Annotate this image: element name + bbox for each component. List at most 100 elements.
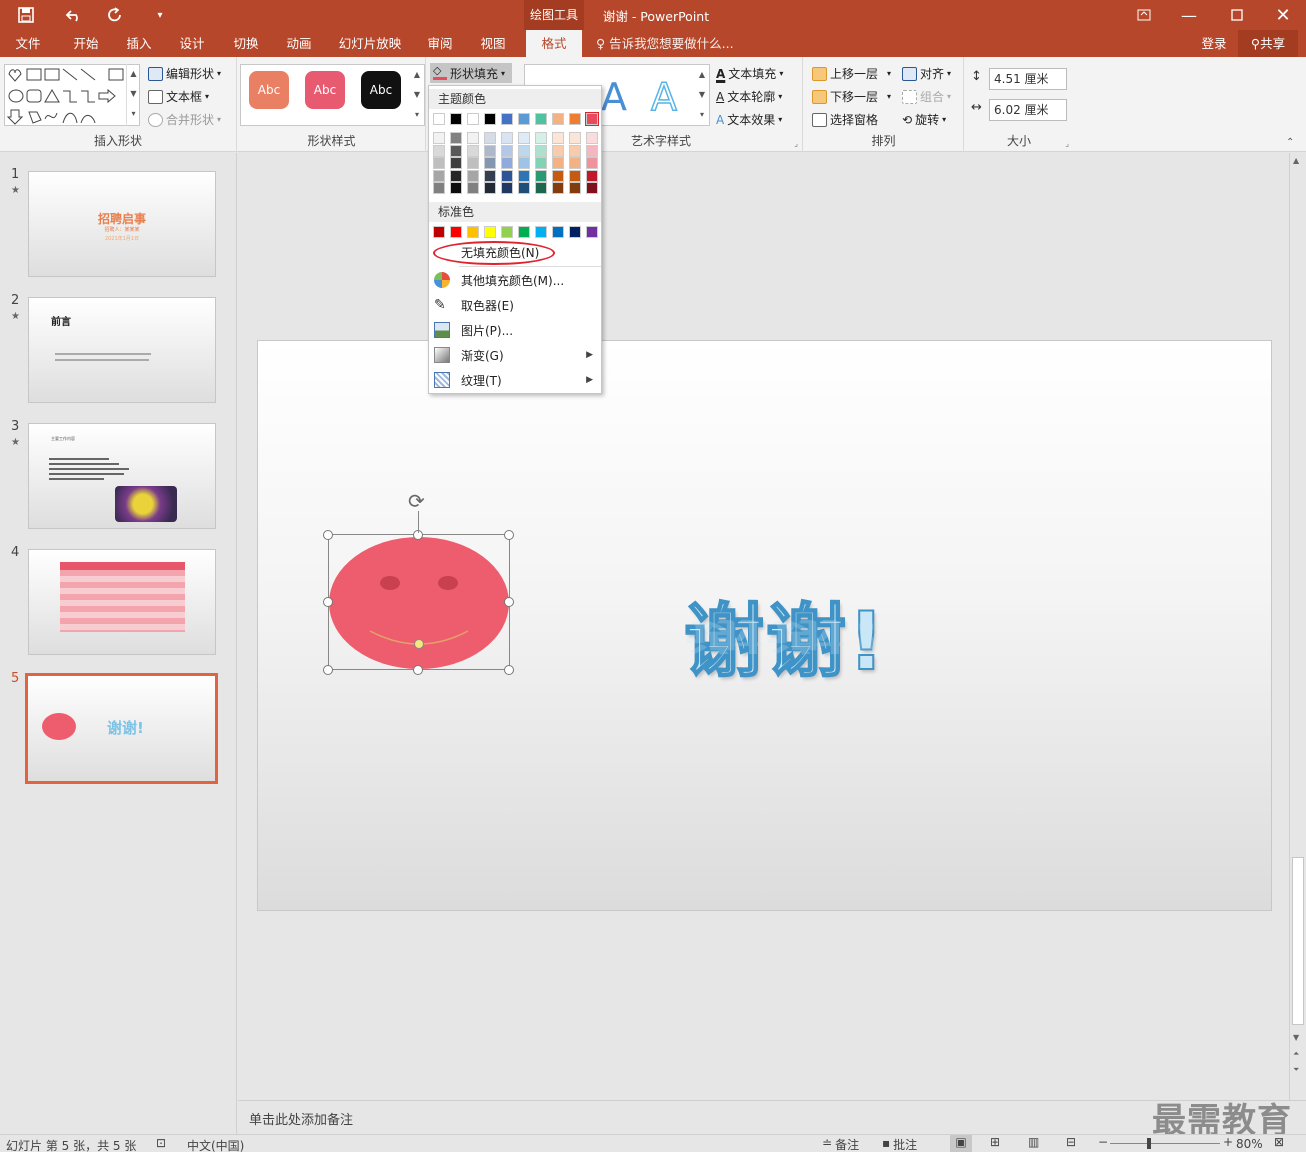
wordart-sample-1[interactable]: A bbox=[601, 75, 627, 119]
undo-icon[interactable] bbox=[55, 0, 95, 30]
share-button[interactable]: ⚲共享 bbox=[1238, 30, 1298, 57]
group-button[interactable]: 组合 ▾ bbox=[902, 88, 951, 105]
tab-slideshow[interactable]: 幻灯片放映 bbox=[332, 30, 408, 57]
width-input[interactable]: 6.02 厘米 bbox=[989, 99, 1067, 121]
ribbon-display-icon[interactable] bbox=[1128, 0, 1160, 30]
align-button[interactable]: 对齐 ▾ bbox=[902, 65, 951, 82]
theme-shade-swatch[interactable] bbox=[518, 144, 530, 157]
scrollbar-thumb[interactable] bbox=[1292, 857, 1304, 1025]
theme-shade-swatch[interactable] bbox=[569, 157, 581, 169]
standard-color-swatch[interactable] bbox=[518, 226, 530, 238]
shape-gallery[interactable] bbox=[4, 64, 140, 126]
picture-item[interactable]: 图片(P)... bbox=[429, 318, 601, 342]
normal-view-icon[interactable]: ▣ bbox=[950, 1135, 972, 1152]
theme-shade-swatch[interactable] bbox=[501, 157, 513, 169]
maximize-icon[interactable] bbox=[1222, 0, 1252, 30]
theme-shade-swatch[interactable] bbox=[450, 182, 462, 194]
tab-view[interactable]: 视图 bbox=[471, 30, 515, 57]
shape-style-pink[interactable]: Abc bbox=[305, 71, 345, 109]
theme-shade-swatch[interactable] bbox=[552, 157, 564, 169]
theme-shade-swatch[interactable] bbox=[535, 169, 547, 182]
theme-shade-swatch[interactable] bbox=[552, 132, 564, 144]
spell-check-icon[interactable]: ⊡ bbox=[156, 1136, 166, 1150]
theme-shade-swatch[interactable] bbox=[586, 169, 598, 182]
theme-shade-swatch[interactable] bbox=[467, 169, 479, 182]
style-gallery-scroll[interactable]: ▲ ▼ ▾ bbox=[410, 65, 424, 125]
theme-shade-swatch[interactable] bbox=[450, 169, 462, 182]
resize-handle-tr[interactable] bbox=[504, 530, 514, 540]
standard-color-swatch[interactable] bbox=[433, 226, 445, 238]
theme-shade-swatch[interactable] bbox=[484, 144, 496, 157]
scroll-down-icon[interactable]: ▼ bbox=[1293, 1033, 1299, 1042]
no-fill-item[interactable]: 无填充颜色(N) bbox=[429, 240, 601, 265]
customize-qat-icon[interactable]: ▾ bbox=[148, 0, 172, 30]
tell-me-box[interactable]: ♀ 告诉我您想要做什么... bbox=[596, 30, 756, 57]
wordart-sample-2[interactable]: A bbox=[650, 74, 678, 120]
shape-style-black[interactable]: Abc bbox=[361, 71, 401, 109]
zoom-in-icon[interactable]: + bbox=[1223, 1135, 1233, 1149]
standard-color-swatch[interactable] bbox=[586, 226, 598, 238]
tab-transitions[interactable]: 切换 bbox=[224, 30, 268, 57]
tab-review[interactable]: 审阅 bbox=[418, 30, 462, 57]
resize-handle-br[interactable] bbox=[504, 665, 514, 675]
theme-color-swatch[interactable] bbox=[467, 113, 479, 125]
height-input[interactable]: 4.51 厘米 bbox=[989, 68, 1067, 90]
bring-forward-button[interactable]: 上移一层 ▾ bbox=[812, 65, 891, 82]
theme-shade-swatch[interactable] bbox=[484, 182, 496, 194]
slide-thumbnail-4[interactable] bbox=[28, 549, 216, 655]
prev-slide-icon[interactable]: ⏶ bbox=[1293, 1049, 1299, 1059]
theme-shade-swatch[interactable] bbox=[467, 157, 479, 169]
theme-shade-swatch[interactable] bbox=[484, 169, 496, 182]
theme-shade-swatch[interactable] bbox=[433, 169, 445, 182]
notes-pane[interactable]: 单击此处添加备注 bbox=[238, 1100, 1306, 1134]
theme-shade-swatch[interactable] bbox=[484, 132, 496, 144]
theme-color-swatch[interactable] bbox=[585, 112, 599, 126]
theme-shade-swatch[interactable] bbox=[518, 169, 530, 182]
texture-item[interactable]: 纹理(T) ▶ bbox=[429, 368, 601, 392]
zoom-slider-thumb[interactable] bbox=[1147, 1138, 1151, 1149]
theme-color-swatch[interactable] bbox=[518, 113, 530, 125]
zoom-slider[interactable] bbox=[1110, 1143, 1220, 1144]
language-indicator[interactable]: 中文(中国) bbox=[187, 1137, 244, 1152]
theme-shade-swatch[interactable] bbox=[518, 157, 530, 169]
login-link[interactable]: 登录 bbox=[1196, 30, 1232, 57]
eyedropper-item[interactable]: ✎ 取色器(E) bbox=[429, 293, 601, 317]
rotate-button[interactable]: ⟲ 旋转 ▾ bbox=[902, 111, 946, 128]
selection-pane-button[interactable]: 选择窗格 bbox=[812, 111, 878, 128]
close-icon[interactable]: ✕ bbox=[1268, 0, 1298, 30]
tab-home[interactable]: 开始 bbox=[64, 30, 108, 57]
theme-shade-swatch[interactable] bbox=[586, 144, 598, 157]
resize-handle-l[interactable] bbox=[323, 597, 333, 607]
theme-shade-swatch[interactable] bbox=[535, 182, 547, 194]
theme-shade-swatch[interactable] bbox=[467, 182, 479, 194]
theme-color-swatch[interactable] bbox=[501, 113, 513, 125]
theme-shade-swatch[interactable] bbox=[501, 144, 513, 157]
theme-shade-swatch[interactable] bbox=[569, 132, 581, 144]
resize-handle-b[interactable] bbox=[413, 665, 423, 675]
text-outline-button[interactable]: A 文本轮廓 ▾ bbox=[716, 88, 782, 105]
shape-fill-button[interactable]: ◇ 形状填充 ▾ bbox=[430, 63, 512, 83]
theme-shade-swatch[interactable] bbox=[535, 157, 547, 169]
theme-shade-swatch[interactable] bbox=[586, 157, 598, 169]
theme-shade-swatch[interactable] bbox=[518, 132, 530, 144]
more-colors-item[interactable]: 其他填充颜色(M)... bbox=[429, 268, 601, 292]
merge-shapes-button[interactable]: 合并形状 ▾ bbox=[148, 111, 221, 128]
theme-shade-swatch[interactable] bbox=[586, 132, 598, 144]
shape-style-orange[interactable]: Abc bbox=[249, 71, 289, 109]
vertical-scrollbar[interactable]: ▲ ▼ ⏶ ⏷ bbox=[1289, 153, 1306, 1100]
redo-icon[interactable] bbox=[100, 0, 130, 30]
theme-shade-swatch[interactable] bbox=[535, 132, 547, 144]
text-effects-button[interactable]: A 文本效果 ▾ bbox=[716, 111, 782, 128]
standard-color-swatch[interactable] bbox=[467, 226, 479, 238]
resize-handle-r[interactable] bbox=[504, 597, 514, 607]
slide-thumbnail-3[interactable]: 主要工作内容 bbox=[28, 423, 216, 529]
standard-color-swatch[interactable] bbox=[450, 226, 462, 238]
next-slide-icon[interactable]: ⏷ bbox=[1293, 1065, 1299, 1075]
theme-shade-swatch[interactable] bbox=[586, 182, 598, 194]
notes-toggle[interactable]: ≐ 备注 bbox=[822, 1136, 859, 1152]
edit-shape-button[interactable]: 编辑形状 ▾ bbox=[148, 65, 221, 82]
sorter-view-icon[interactable]: ⊞ bbox=[990, 1135, 1000, 1149]
theme-shade-swatch[interactable] bbox=[518, 182, 530, 194]
theme-shade-swatch[interactable] bbox=[433, 132, 445, 144]
slide-thumbnail-2[interactable]: 前言 bbox=[28, 297, 216, 403]
